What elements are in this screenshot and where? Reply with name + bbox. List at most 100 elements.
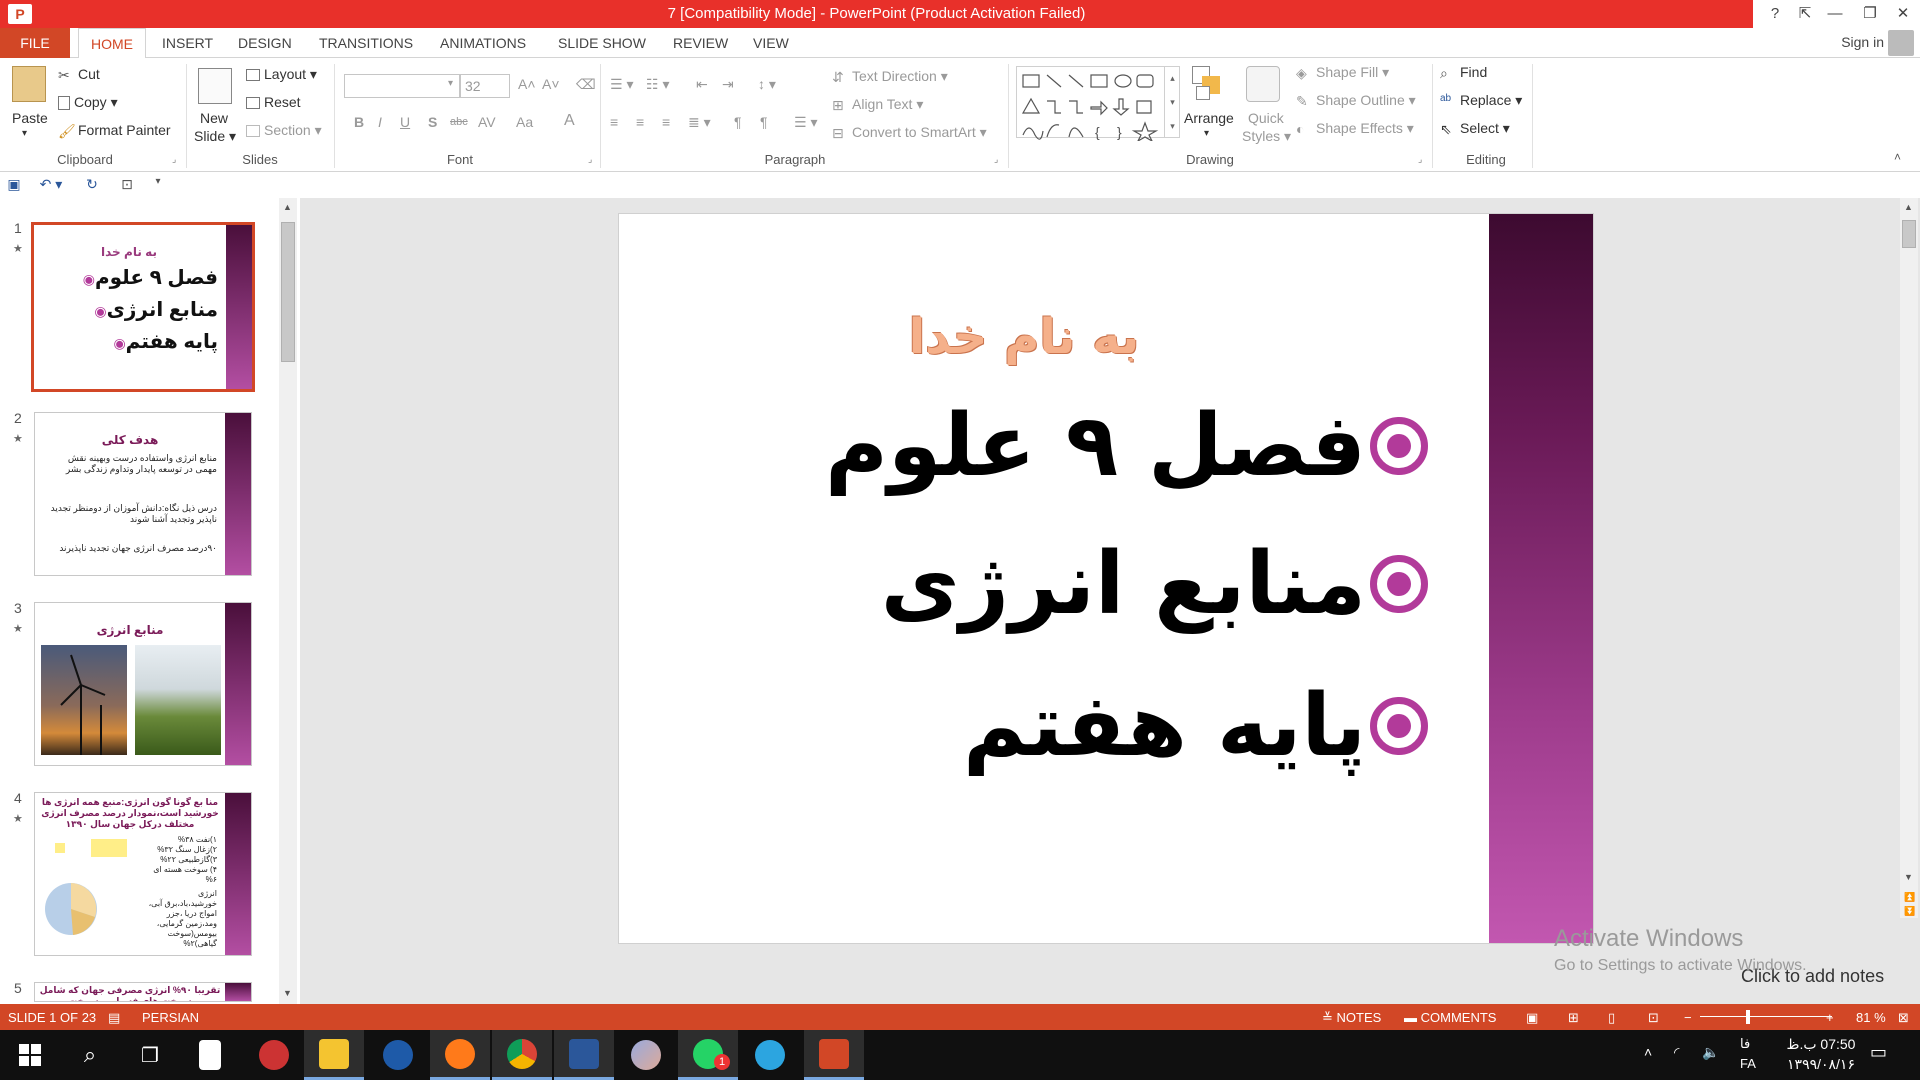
quick-styles-button-2[interactable]: Styles ▾ (1242, 128, 1291, 145)
underline-button[interactable]: U (400, 114, 410, 130)
bullets-button[interactable]: ☰ ▾ (610, 76, 633, 93)
language-indicator-bottom[interactable]: FA (1740, 1056, 1756, 1071)
clock-date[interactable]: ۱۳۹۹/۰۸/۱۶ (1778, 1056, 1864, 1073)
text-shadow-button[interactable]: S (428, 114, 437, 130)
paint-app[interactable] (616, 1030, 676, 1080)
tab-home[interactable]: HOME (78, 28, 146, 59)
replace-button[interactable]: ab Replace ▾ (1440, 92, 1522, 109)
tab-insert[interactable]: INSERT (162, 28, 213, 58)
comments-button[interactable]: ▬ COMMENTS (1404, 1010, 1496, 1025)
strikethrough-button[interactable]: abc (450, 116, 468, 128)
text-direction-button[interactable]: ⇵ Text Direction ▾ (832, 68, 948, 85)
next-slide-icon[interactable]: ⏬ (1904, 906, 1915, 917)
align-left-button[interactable]: ≡ (610, 114, 618, 130)
slide-sorter-icon[interactable]: ⊞ (1568, 1010, 1579, 1026)
character-spacing-button[interactable]: AV (478, 114, 496, 130)
slide-thumbnail-1[interactable]: به نام خدا فصل ۹ علوم◉ منابع انرژی◉ پایه… (31, 222, 255, 392)
decrease-font-icon[interactable]: A˅ (542, 76, 560, 92)
notes-button[interactable]: ≚ NOTES (1322, 1010, 1381, 1026)
language-indicator[interactable]: PERSIAN (142, 1010, 199, 1025)
increase-font-icon[interactable]: A˄ (518, 76, 536, 92)
start-button[interactable] (0, 1030, 60, 1080)
word-app[interactable] (554, 1030, 614, 1080)
thumbnail-scrollbar[interactable]: ▲ ▼ (279, 198, 297, 1004)
tab-view[interactable]: VIEW (753, 28, 789, 58)
shapes-gallery[interactable]: { } (1016, 66, 1180, 141)
increase-indent-button[interactable]: ⇥ (722, 76, 734, 93)
calculator-app[interactable] (180, 1030, 240, 1080)
clear-formatting-icon[interactable]: ⌫ (576, 76, 596, 93)
font-name-box[interactable] (344, 74, 460, 98)
sign-in-link[interactable]: Sign in (1841, 34, 1884, 50)
arrange-dropdown-icon[interactable]: ▾ (1204, 128, 1209, 139)
zoom-level[interactable]: 81 % (1856, 1010, 1886, 1025)
line-spacing-button[interactable]: ↕ ▾ (758, 76, 776, 93)
restore-button[interactable]: ❐ (1855, 3, 1885, 25)
scroll-down-icon[interactable]: ▼ (1904, 872, 1913, 882)
arrange-button[interactable]: Arrange (1184, 110, 1234, 126)
select-button[interactable]: ⇖ Select ▾ (1440, 120, 1510, 137)
undo-icon[interactable]: ↶ ▾ (36, 176, 66, 194)
collapse-ribbon-icon[interactable]: ˄ (1894, 150, 1901, 164)
shape-fill-button[interactable]: ◈ Shape Fill ▾ (1296, 64, 1389, 81)
tab-file[interactable]: FILE (0, 28, 70, 58)
volume-icon[interactable]: 🔈 (1702, 1044, 1719, 1061)
slideshow-view-icon[interactable]: ⊡ (1648, 1010, 1659, 1026)
start-slideshow-icon[interactable]: ⊡ (114, 176, 140, 194)
font-launcher-icon[interactable]: ⌟ (588, 154, 592, 165)
slide-thumbnail-4[interactable]: منا بع گونا گون انرژی:منبع همه انرژی ها … (34, 792, 252, 956)
firefox-app[interactable] (430, 1030, 490, 1080)
tab-slide-show[interactable]: SLIDE SHOW (558, 28, 646, 58)
whatsapp-app[interactable]: 1 (678, 1030, 738, 1080)
align-text-button[interactable]: ⊞ Align Text ▾ (832, 96, 923, 113)
powerpoint-app[interactable] (804, 1030, 864, 1080)
browser-app[interactable] (368, 1030, 428, 1080)
normal-view-icon[interactable]: ▣ (1526, 1010, 1538, 1026)
thumbnail-scroll-thumb[interactable] (281, 222, 295, 362)
language-indicator-top[interactable]: فا (1740, 1036, 1750, 1052)
clock-time[interactable]: 07:50 ب.ظ (1778, 1036, 1864, 1053)
align-right-button[interactable]: ≡ (662, 114, 670, 130)
spelling-icon[interactable]: ▤ (108, 1010, 120, 1026)
zoom-out-icon[interactable]: − (1684, 1010, 1692, 1025)
convert-smartart-button[interactable]: ⊟ Convert to SmartArt ▾ (832, 124, 987, 141)
slide-thumbnail-3[interactable]: منابع انرژی (34, 602, 252, 766)
scroll-up-icon[interactable]: ▲ (283, 202, 292, 212)
ltr-button[interactable]: ¶ (734, 114, 742, 130)
tab-review[interactable]: REVIEW (673, 28, 728, 58)
slide-scrollbar[interactable]: ▲ ▼ ⏫ ⏬ (1900, 198, 1918, 918)
fit-slide-icon[interactable]: ⊠ (1898, 1010, 1909, 1026)
drawing-launcher-icon[interactable]: ⌟ (1418, 154, 1422, 165)
new-slide-button[interactable]: New (200, 110, 228, 126)
slide-bullet-row[interactable]: منابع انرژی (881, 524, 1428, 644)
tray-expand-icon[interactable]: ˄ (1644, 1044, 1652, 1060)
save-icon[interactable]: ▣ (4, 176, 24, 194)
tab-animations[interactable]: ANIMATIONS (440, 28, 526, 58)
network-icon[interactable]: ◜ (1674, 1044, 1679, 1061)
slide-thumbnail-2[interactable]: هدف کلی منابع انرژی واستفاده درست وبهینه… (34, 412, 252, 576)
slide-title[interactable]: به نام خدا (869, 309, 1179, 365)
paste-button[interactable]: Paste (12, 110, 48, 126)
redo-icon[interactable]: ↻ (82, 176, 102, 194)
file-explorer-app[interactable] (304, 1030, 364, 1080)
clipboard-launcher-icon[interactable]: ⌟ (172, 154, 176, 165)
shapes-scroll-icon[interactable]: ▴ ▾ ▾ (1164, 66, 1180, 138)
rtl-button[interactable]: ¶ (760, 114, 768, 130)
align-center-button[interactable]: ≡ (636, 114, 644, 130)
font-color-button[interactable]: A (564, 112, 575, 130)
search-icon[interactable]: ⌕ (60, 1030, 120, 1080)
shape-effects-button[interactable]: ◐ Shape Effects ▾ (1296, 120, 1414, 137)
cut-button[interactable]: ✂ Cut (58, 66, 100, 83)
help-button[interactable]: ? (1760, 3, 1790, 25)
reading-view-icon[interactable]: ▯ (1608, 1010, 1615, 1026)
scroll-up-icon[interactable]: ▲ (1904, 202, 1913, 212)
notification-center-icon[interactable]: ▭ (1870, 1042, 1887, 1063)
zoom-slider-thumb[interactable] (1746, 1010, 1750, 1024)
current-slide[interactable]: به نام خدا فصل ۹ علوم منابع انرژی پایه ه… (618, 213, 1594, 944)
zoom-slider[interactable] (1700, 1016, 1832, 1017)
slide-scroll-thumb[interactable] (1902, 220, 1916, 248)
minimize-button[interactable]: — (1820, 3, 1850, 25)
new-slide-button-2[interactable]: Slide ▾ (194, 128, 236, 145)
slide-bullet-row[interactable]: پایه هفتم (963, 666, 1428, 786)
format-painter-button[interactable]: 🖌 Format Painter (58, 122, 171, 139)
